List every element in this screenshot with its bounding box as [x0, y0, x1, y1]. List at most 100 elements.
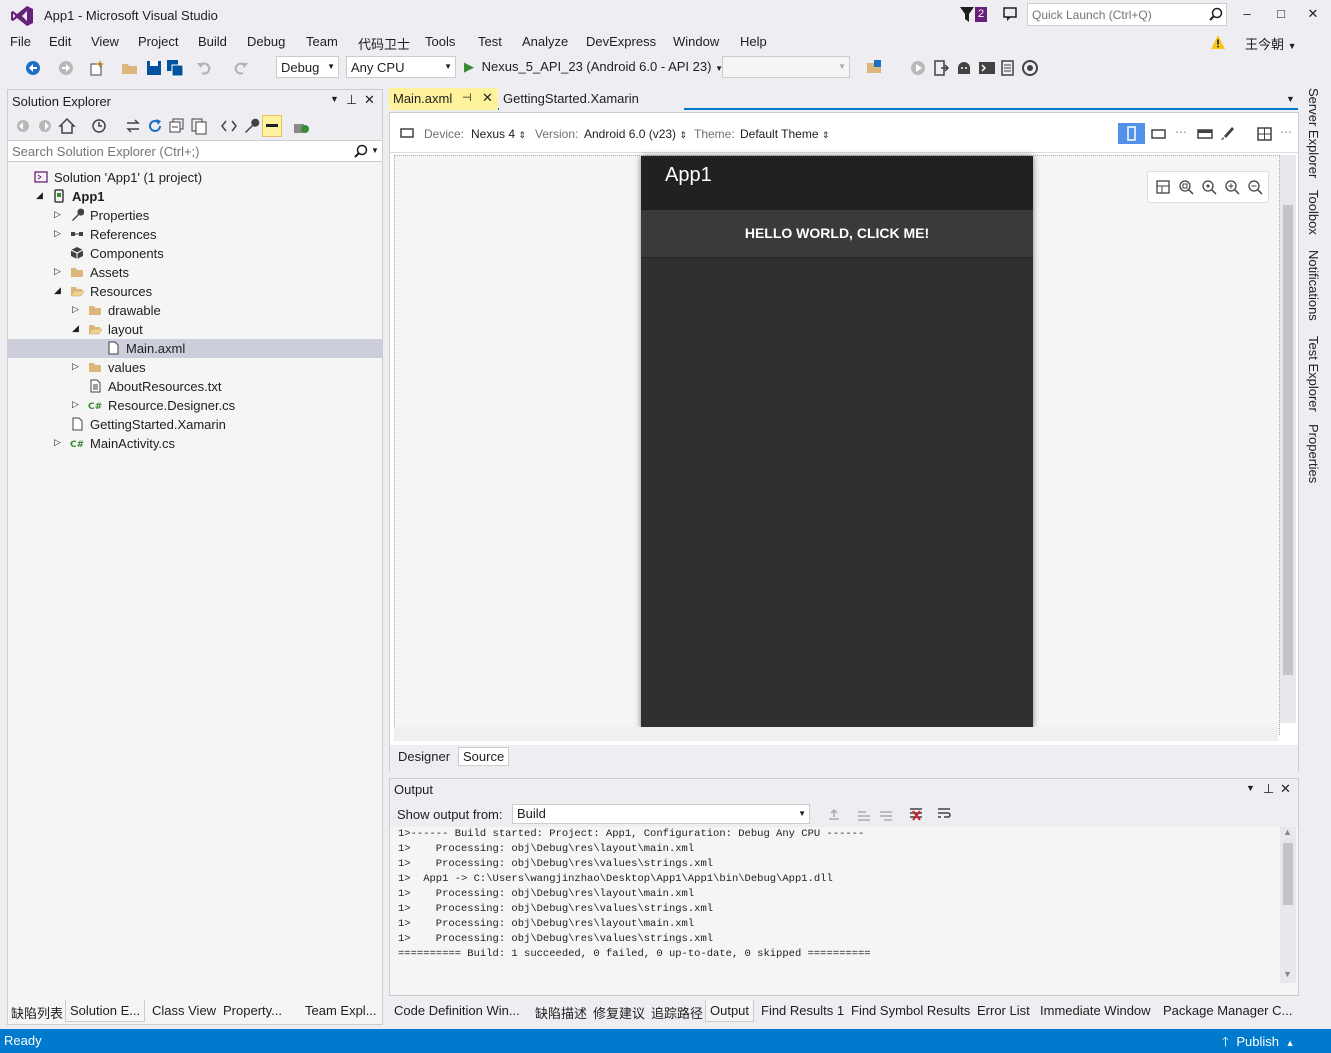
tree-item[interactable]: Solution 'App1' (1 project): [8, 168, 382, 187]
expand-toggle-icon[interactable]: ▷: [54, 209, 64, 220]
menu-file[interactable]: File: [10, 34, 31, 49]
tab-class-view[interactable]: Class View: [148, 1000, 220, 1022]
version-selector[interactable]: Android 6.0 (v23) ⇕: [584, 127, 687, 141]
feedback-icon[interactable]: [1002, 6, 1020, 24]
collapse-toggle-icon[interactable]: ◢: [36, 190, 46, 201]
tab-solution-explorer[interactable]: Solution E...: [65, 1000, 146, 1022]
expand-toggle-icon[interactable]: ▷: [72, 304, 82, 315]
maximize-button[interactable]: □: [1270, 5, 1292, 23]
history-icon[interactable]: [90, 117, 108, 135]
tab-defect-list[interactable]: 缺陷列表: [7, 1000, 67, 1022]
tab-immediate-window[interactable]: Immediate Window: [1036, 1000, 1155, 1022]
hello-world-button[interactable]: HELLO WORLD, CLICK ME!: [641, 210, 1033, 258]
close-window-button[interactable]: ✕: [1302, 5, 1324, 23]
tree-item[interactable]: ▷ C# Resource.Designer.cs: [8, 396, 382, 415]
menu-window[interactable]: Window: [673, 34, 719, 49]
navigate-back-icon[interactable]: [24, 59, 42, 77]
device-dropdown-empty[interactable]: ▼: [722, 56, 850, 78]
menu-help[interactable]: Help: [740, 34, 767, 49]
zoom-in-icon[interactable]: [1225, 180, 1240, 195]
view-code-icon[interactable]: [220, 117, 238, 135]
expand-toggle-icon[interactable]: ▷: [72, 361, 82, 372]
chevron-down-icon[interactable]: ▼: [1286, 94, 1295, 104]
pin-icon[interactable]: ⊣: [462, 91, 472, 104]
layout-grid-icon[interactable]: [1256, 126, 1274, 142]
menu-tools[interactable]: Tools: [425, 34, 455, 49]
tab-find-results[interactable]: Find Results 1: [757, 1000, 848, 1022]
quick-launch-input[interactable]: [1028, 4, 1198, 25]
tree-item[interactable]: AboutResources.txt: [8, 377, 382, 396]
chevron-down-icon[interactable]: ▼: [1246, 783, 1255, 793]
tab-server-explorer[interactable]: Server Explorer: [1306, 88, 1321, 178]
designer-vertical-scrollbar[interactable]: [1280, 155, 1296, 723]
chevron-down-icon[interactable]: ▼: [371, 146, 379, 155]
tab-output[interactable]: Output: [705, 1000, 755, 1022]
previous-message-icon[interactable]: [856, 807, 872, 823]
xamarin-profiler-icon[interactable]: [1021, 59, 1039, 77]
menu-project[interactable]: Project: [138, 34, 178, 49]
more-icon[interactable]: ⋯: [1280, 125, 1292, 139]
tree-item[interactable]: ▷ Properties: [8, 206, 382, 225]
pin-icon[interactable]: ⊥: [1263, 781, 1274, 797]
expand-toggle-icon[interactable]: ▷: [54, 266, 64, 277]
collapse-toggle-icon[interactable]: ◢: [72, 323, 82, 334]
tree-item[interactable]: Components: [8, 244, 382, 263]
designer-horizontal-scrollbar[interactable]: [394, 727, 1278, 741]
preview-selected-items-toggle[interactable]: [262, 115, 282, 137]
menu-analyze[interactable]: Analyze: [522, 34, 568, 49]
expand-toggle-icon[interactable]: ▷: [72, 399, 82, 410]
expand-toggle-icon[interactable]: ▷: [54, 228, 64, 239]
expand-toggle-icon[interactable]: ▷: [54, 437, 64, 448]
tree-item[interactable]: Main.axml: [8, 339, 382, 358]
save-all-icon[interactable]: [166, 59, 184, 77]
show-all-files-icon[interactable]: [190, 117, 208, 135]
device-log-icon[interactable]: [999, 59, 1017, 77]
theme-selector[interactable]: Default Theme ⇕: [740, 127, 829, 141]
landscape-icon[interactable]: [1150, 126, 1168, 142]
action-bar-icon[interactable]: [1196, 126, 1214, 142]
tree-item[interactable]: ▷ References: [8, 225, 382, 244]
back-icon[interactable]: [14, 117, 32, 135]
refresh-icon[interactable]: [146, 117, 164, 135]
tab-source[interactable]: Source: [458, 747, 510, 766]
chevron-down-icon[interactable]: ▼: [330, 94, 339, 104]
next-message-icon[interactable]: [878, 807, 894, 823]
tree-item[interactable]: ▷ drawable: [8, 301, 382, 320]
zoom-fit-icon[interactable]: [1179, 180, 1194, 195]
output-vertical-scrollbar[interactable]: ▲ ▼: [1280, 827, 1296, 983]
collapse-all-icon[interactable]: [168, 117, 186, 135]
home-icon[interactable]: [58, 117, 76, 135]
start-debugging-button[interactable]: ▶ Nexus_5_API_23 (Android 6.0 - API 23) …: [464, 59, 723, 75]
terminal-icon[interactable]: [978, 59, 996, 77]
more-icon[interactable]: ⋯: [1175, 125, 1187, 139]
menu-codeguard[interactable]: 代码卫士: [358, 34, 410, 53]
scroll-up-icon[interactable]: ▲: [1283, 827, 1292, 837]
properties-wrench-icon[interactable]: [242, 117, 260, 135]
menu-debug[interactable]: Debug: [247, 34, 285, 49]
tab-designer[interactable]: Designer: [394, 748, 454, 765]
zoom-out-icon[interactable]: [1248, 180, 1263, 195]
solution-explorer-search[interactable]: ▼: [8, 140, 382, 162]
tab-main-axml[interactable]: Main.axml ⊣ ✕: [389, 88, 498, 110]
pin-icon[interactable]: ⊥: [346, 92, 357, 108]
tab-getting-started[interactable]: GettingStarted.Xamarin: [499, 88, 684, 110]
tab-code-definition[interactable]: Code Definition Win...: [390, 1000, 524, 1022]
tab-package-manager[interactable]: Package Manager C...: [1159, 1000, 1296, 1022]
tree-item[interactable]: ▷ Assets: [8, 263, 382, 282]
word-wrap-icon[interactable]: [936, 806, 952, 822]
clear-all-icon[interactable]: [908, 806, 924, 822]
sync-icon[interactable]: [124, 117, 142, 135]
undo-icon[interactable]: [196, 59, 214, 77]
tree-item[interactable]: ▷ C# MainActivity.cs: [8, 434, 382, 453]
tree-item[interactable]: ◢ Resources: [8, 282, 382, 301]
forward-icon[interactable]: [36, 117, 54, 135]
tab-test-explorer[interactable]: Test Explorer: [1306, 336, 1321, 412]
close-icon[interactable]: ✕: [1280, 781, 1291, 797]
theme-brush-icon[interactable]: [1218, 126, 1236, 142]
scrollbar-thumb[interactable]: [1283, 843, 1293, 905]
fit-to-window-icon[interactable]: [1156, 180, 1170, 194]
tab-fix-suggestions[interactable]: 修复建议: [589, 1000, 649, 1022]
portrait-orientation-button[interactable]: [1118, 123, 1145, 144]
minimize-button[interactable]: –: [1236, 5, 1258, 23]
menu-edit[interactable]: Edit: [49, 34, 71, 49]
